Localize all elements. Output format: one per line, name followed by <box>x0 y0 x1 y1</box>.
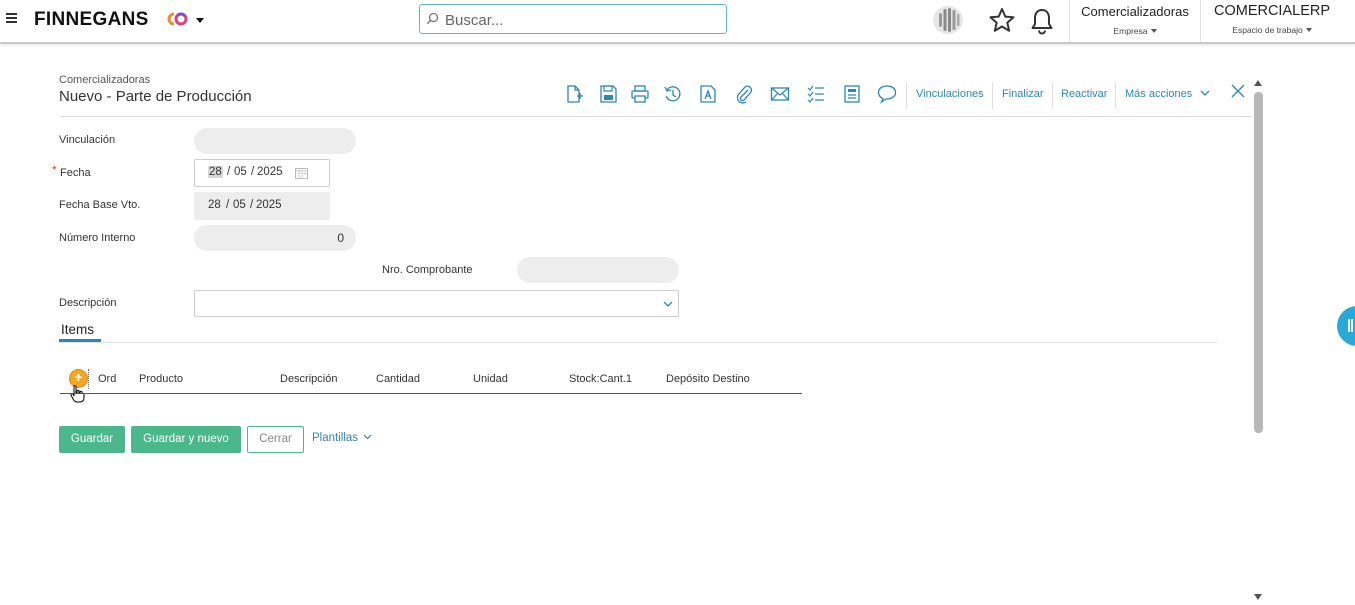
company-name: Comercializadoras <box>1081 4 1189 19</box>
attachment-icon[interactable] <box>734 84 754 104</box>
fecha-base-vto-label: Fecha Base Vto. <box>59 199 141 211</box>
calendar-icon[interactable] <box>295 167 308 179</box>
nro-comprobante-label: Nro. Comprobante <box>382 264 473 276</box>
company-label: Empresa <box>1113 26 1148 36</box>
templates-label: Plantillas <box>312 432 359 444</box>
vinculacion-label: Vinculación <box>59 134 116 146</box>
fecha-base-vto-year: 2025 <box>256 199 282 211</box>
logo-co-icon <box>167 12 188 26</box>
save-and-new-button[interactable]: Guardar y nuevo <box>131 426 241 453</box>
tab-items[interactable]: Items <box>59 322 96 337</box>
fecha-month[interactable]: 05 <box>234 166 247 178</box>
hand-cursor-icon <box>70 385 85 403</box>
menu-icon[interactable] <box>6 13 17 23</box>
assistant-icon[interactable] <box>932 5 964 35</box>
more-actions-menu[interactable]: Más acciones <box>1125 88 1210 100</box>
numero-interno-field[interactable]: 0 <box>194 225 356 251</box>
more-actions-label: Más acciones <box>1125 88 1193 100</box>
date-separator: / <box>250 199 254 211</box>
column-resize-handle[interactable] <box>88 369 91 389</box>
column-header-unidad[interactable]: Unidad <box>473 373 508 385</box>
bell-icon[interactable] <box>1030 7 1054 35</box>
search-icon <box>426 12 439 25</box>
close-icon[interactable] <box>1231 84 1245 98</box>
workspace-label: Espacio de trabajo <box>1232 25 1303 35</box>
fecha-base-vto-month: 05 <box>233 199 246 211</box>
reactivar-link[interactable]: Reactivar <box>1061 88 1107 100</box>
report-icon[interactable] <box>842 84 862 104</box>
chevron-down-icon <box>663 301 673 307</box>
side-panel-handle[interactable] <box>1337 306 1355 346</box>
divider <box>1200 0 1201 42</box>
search-input[interactable] <box>443 8 717 32</box>
scrollbar-thumb[interactable] <box>1254 92 1263 433</box>
fecha-year[interactable]: 2025 <box>257 166 283 178</box>
descripcion-label: Descripción <box>59 297 117 309</box>
grid-header-divider <box>60 393 802 394</box>
required-mark: * <box>52 163 57 177</box>
close-button[interactable]: Cerrar <box>247 426 304 453</box>
top-bar: FINNEGANS Comercializadoras Empresa COME… <box>0 0 1355 44</box>
header-divider <box>59 116 1251 117</box>
tab-divider <box>59 342 1217 343</box>
scroll-up-arrow[interactable] <box>1254 80 1262 86</box>
text-document-icon[interactable] <box>698 84 718 104</box>
descripcion-select[interactable] <box>194 290 679 317</box>
column-header-descripcion[interactable]: Descripción <box>280 373 337 385</box>
comment-icon[interactable] <box>877 84 897 104</box>
company-selector[interactable]: Comercializadoras Empresa <box>1075 4 1195 36</box>
fecha-base-vto-field: 28 / 05 / 2025 <box>194 192 330 220</box>
divider <box>1052 82 1053 109</box>
email-icon[interactable] <box>770 84 790 104</box>
date-separator: / <box>251 166 255 178</box>
fecha-field[interactable]: 28 / 05 / 2025 <box>194 159 330 187</box>
form-company: Comercializadoras <box>59 74 151 86</box>
plus-icon: + <box>74 369 83 385</box>
grip-icon <box>1348 319 1350 332</box>
save-icon[interactable] <box>598 84 618 104</box>
vinculacion-field[interactable] <box>194 128 356 154</box>
save-button[interactable]: Guardar <box>59 426 125 453</box>
new-document-icon[interactable] <box>564 84 584 104</box>
fecha-label: Fecha <box>60 167 91 179</box>
divider <box>1115 82 1116 109</box>
fecha-base-vto-day: 28 <box>208 199 221 211</box>
chevron-down-icon <box>1150 29 1157 33</box>
workspace-name: COMERCIALERP <box>1213 3 1331 19</box>
nro-comprobante-field[interactable] <box>517 257 679 283</box>
search-box[interactable] <box>419 4 727 34</box>
checklist-icon[interactable] <box>806 84 826 104</box>
chevron-down-icon <box>363 434 372 440</box>
numero-interno-label: Número Interno <box>59 232 136 244</box>
date-separator: / <box>226 199 230 211</box>
numero-interno-value: 0 <box>337 231 344 245</box>
divider <box>992 82 993 109</box>
workspace-selector[interactable]: COMERCIALERP Espacio de trabajo <box>1206 3 1338 35</box>
column-header-deposito-destino[interactable]: Depósito Destino <box>666 373 750 385</box>
print-icon[interactable] <box>630 84 650 104</box>
column-header-cantidad[interactable]: Cantidad <box>376 373 420 385</box>
logo: FINNEGANS <box>34 9 149 30</box>
star-icon[interactable] <box>988 7 1016 33</box>
divider <box>1069 0 1070 42</box>
history-icon[interactable] <box>663 84 683 104</box>
finalizar-link[interactable]: Finalizar <box>1002 88 1044 100</box>
divider <box>906 82 907 109</box>
chevron-down-icon <box>1305 28 1312 32</box>
column-header-ord[interactable]: Ord <box>98 373 116 385</box>
templates-menu[interactable]: Plantillas <box>312 432 372 444</box>
chevron-down-icon <box>1200 90 1210 96</box>
page-title: Nuevo - Parte de Producción <box>59 88 252 105</box>
logo-dropdown-icon[interactable] <box>196 18 204 23</box>
vinculaciones-link[interactable]: Vinculaciones <box>916 88 984 100</box>
fecha-day[interactable]: 28 <box>208 166 223 178</box>
column-header-producto[interactable]: Producto <box>139 373 183 385</box>
date-separator: / <box>227 166 231 178</box>
scroll-down-arrow[interactable] <box>1254 594 1262 600</box>
column-header-stock[interactable]: Stock:Cant.1 <box>569 373 632 385</box>
